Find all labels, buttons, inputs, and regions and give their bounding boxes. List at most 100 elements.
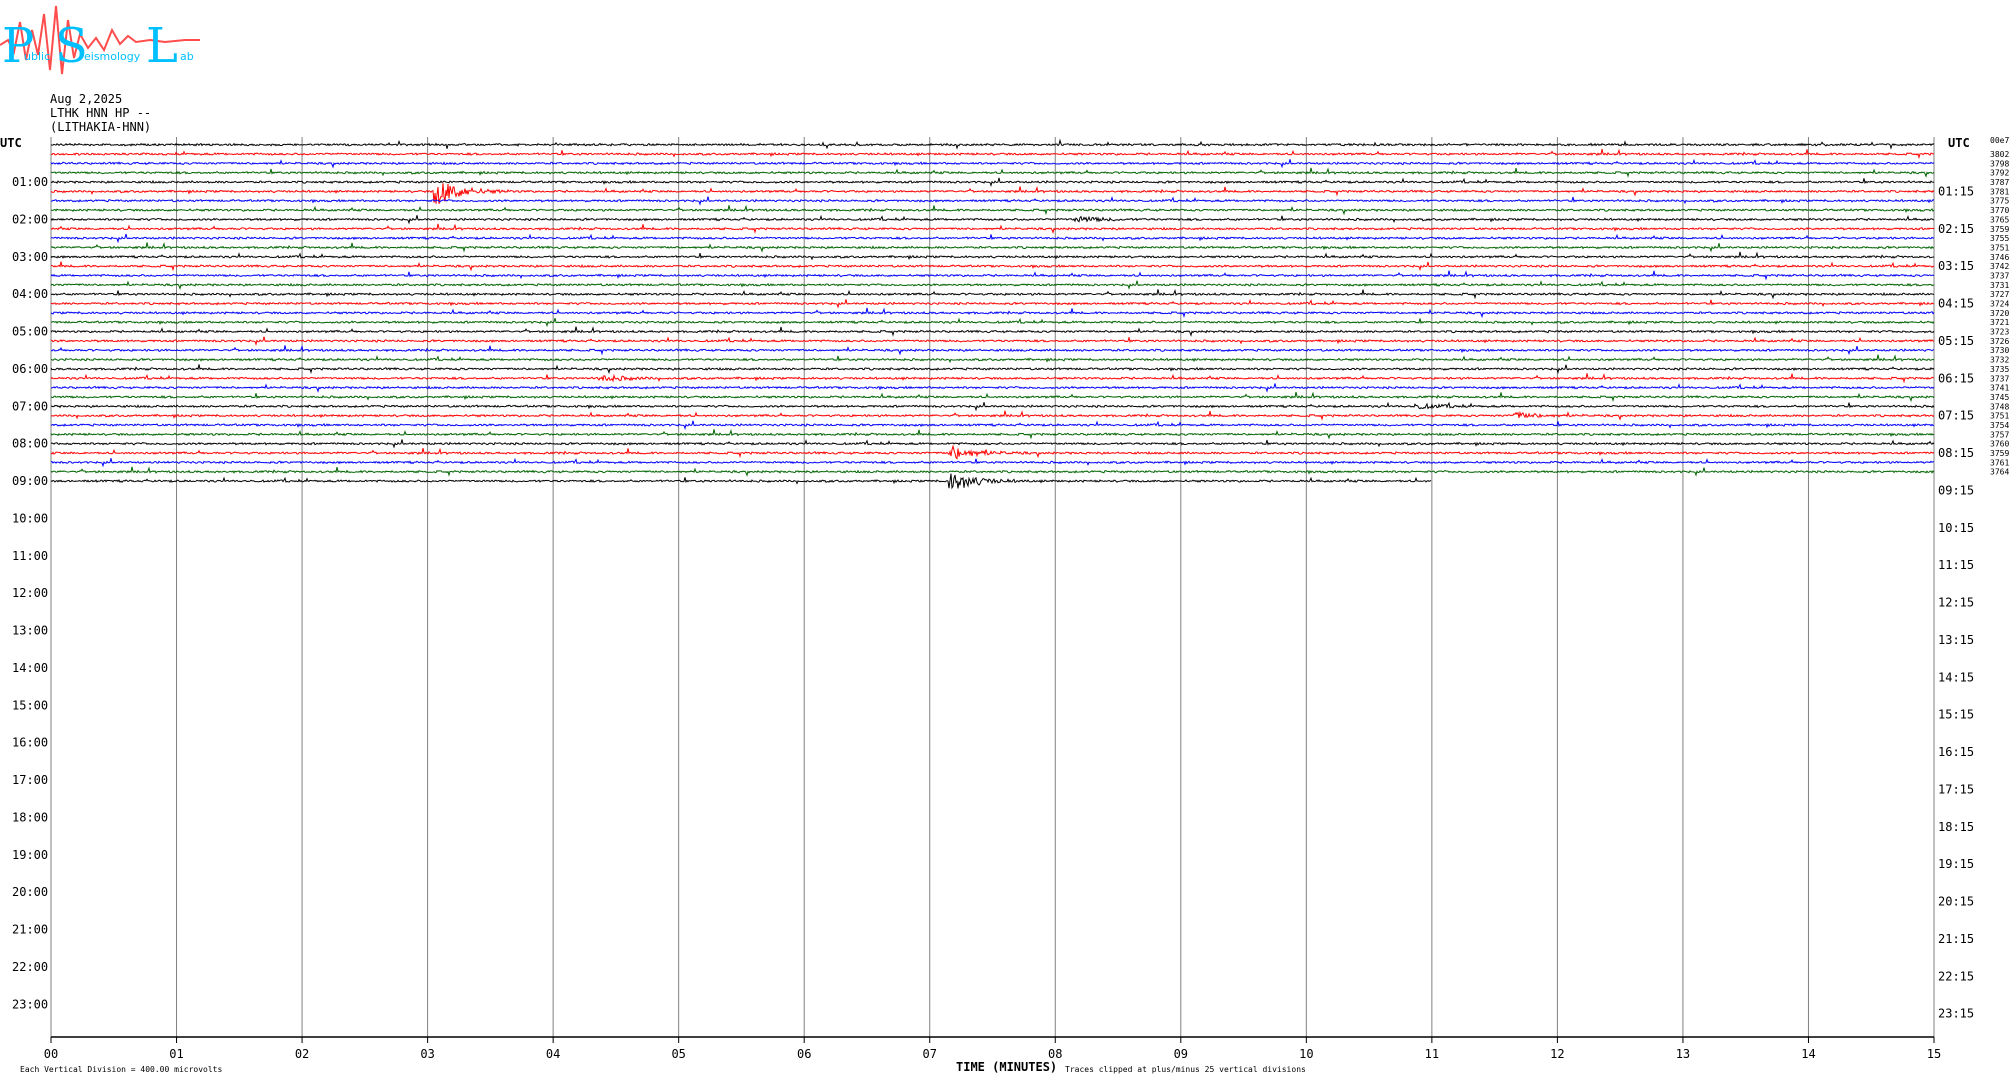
seismic-trace-row bbox=[50, 223, 1935, 235]
trace-offset-label: 3757 bbox=[1990, 430, 2009, 439]
seismic-trace-row bbox=[50, 364, 1935, 375]
trace-offset-label: 3792 bbox=[1990, 169, 2009, 178]
x-tick-label: 02 bbox=[295, 1047, 309, 1061]
trace-offset-label: 3732 bbox=[1990, 356, 2009, 365]
seismic-trace-row bbox=[50, 233, 1935, 244]
trace-offset-label: 3735 bbox=[1990, 365, 2009, 374]
seismic-trace-row bbox=[50, 148, 1934, 160]
seismic-trace-row bbox=[50, 177, 1935, 188]
vertical-division-note: Each Vertical Division = 400.00 microvol… bbox=[20, 1065, 222, 1074]
utc-hour-labels-left: 01:00 02:00 03:00 04:00 05:00 06:00 07:00 08:00… bbox=[12, 175, 48, 1011]
utc-hour-label: 04:00 bbox=[12, 287, 48, 301]
trace-offset-label: 3761 bbox=[1990, 458, 2009, 467]
x-tick-label: 11 bbox=[1425, 1047, 1439, 1061]
utc-hour-label-right: 03:15 bbox=[1938, 259, 1974, 273]
utc-hour-label-right: 11:15 bbox=[1938, 558, 1974, 572]
seismic-trace-row bbox=[50, 196, 1935, 206]
trace-offset-label: 3730 bbox=[1990, 346, 2009, 355]
seismic-trace-row bbox=[50, 138, 1935, 150]
seismic-trace-row bbox=[50, 354, 1935, 364]
utc-hour-label: 15:00 bbox=[12, 698, 48, 712]
trace-offset-label: 3755 bbox=[1990, 234, 2009, 243]
trace-offset-label: 3751 bbox=[1990, 412, 2009, 421]
utc-hour-label-right: 15:15 bbox=[1938, 708, 1974, 722]
utc-hour-label: 12:00 bbox=[12, 586, 48, 600]
utc-hour-label: 17:00 bbox=[12, 773, 48, 787]
seismic-trace-row bbox=[50, 280, 1935, 290]
minute-grid bbox=[50, 137, 1935, 1038]
seismic-trace-row bbox=[50, 439, 1935, 449]
y-axis-label-left: UTC bbox=[0, 136, 22, 150]
trace-offset-label: 3720 bbox=[1990, 309, 2009, 318]
seismic-trace-row bbox=[50, 270, 1935, 281]
utc-hour-label: 16:00 bbox=[12, 736, 48, 750]
trace-offset-label: 3723 bbox=[1990, 328, 2009, 337]
y-axis-label-right: UTC bbox=[1948, 136, 1970, 150]
seismic-trace-row bbox=[50, 420, 1935, 430]
trace-offset-label: 3745 bbox=[1990, 393, 2009, 402]
x-tick-label: 01 bbox=[169, 1047, 183, 1061]
utc-hour-label-right: 06:15 bbox=[1938, 371, 1974, 385]
trace-offset-label: 3746 bbox=[1990, 253, 2009, 262]
seismic-trace-row bbox=[50, 457, 1935, 468]
trace-offset-label: 3721 bbox=[1990, 318, 2009, 327]
trace-offset-label: 3724 bbox=[1990, 300, 2009, 309]
trace-offset-labels: 3802379837923787378137753770376537593755… bbox=[1990, 150, 2009, 477]
seismic-trace-row bbox=[50, 307, 1935, 319]
seismic-trace-row bbox=[50, 444, 1935, 460]
utc-hour-label-right: 17:15 bbox=[1938, 782, 1974, 796]
utc-hour-label-right: 09:15 bbox=[1938, 483, 1974, 497]
trace-offset-label: 3731 bbox=[1990, 281, 2009, 290]
seismic-trace-row bbox=[50, 473, 1432, 490]
trace-offset-label: 3737 bbox=[1990, 374, 2009, 383]
seismic-trace-row bbox=[50, 317, 1935, 328]
trace-offset-label: 3760 bbox=[1990, 440, 2009, 449]
utc-hour-label-right: 05:15 bbox=[1938, 334, 1974, 348]
seismic-traces bbox=[50, 138, 1935, 490]
trace-offset-label: 3754 bbox=[1990, 421, 2009, 430]
utc-hour-label: 05:00 bbox=[12, 325, 48, 339]
utc-hour-label: 01:00 bbox=[12, 175, 48, 189]
utc-hour-label-right: 16:15 bbox=[1938, 745, 1974, 759]
utc-hour-label-right: 20:15 bbox=[1938, 895, 1974, 909]
x-tick-label: 09 bbox=[1174, 1047, 1188, 1061]
seismic-trace-row bbox=[50, 214, 1935, 225]
x-axis: 00 01 02 03 04 05 06 07 08 09 10 11 12 13 14 15 bbox=[44, 1037, 1941, 1061]
seismic-trace-row bbox=[50, 401, 1935, 412]
utc-hour-label: 20:00 bbox=[12, 885, 48, 899]
utc-hour-label-right: 19:15 bbox=[1938, 857, 1974, 871]
utc-hour-label-right: 02:15 bbox=[1938, 222, 1974, 236]
x-tick-label: 12 bbox=[1550, 1047, 1564, 1061]
trace-offset-label: 3737 bbox=[1990, 271, 2009, 280]
seismic-trace-row bbox=[50, 466, 1935, 477]
utc-hour-label-right: 18:15 bbox=[1938, 820, 1974, 834]
utc-hour-label-right: 12:15 bbox=[1938, 596, 1974, 610]
x-tick-label: 05 bbox=[671, 1047, 685, 1061]
x-tick-label: 07 bbox=[923, 1047, 937, 1061]
trace-offset-label: 3759 bbox=[1990, 225, 2009, 234]
utc-hour-label: 09:00 bbox=[12, 474, 48, 488]
trace-offset-label: 3798 bbox=[1990, 159, 2009, 168]
utc-hour-label: 07:00 bbox=[12, 399, 48, 413]
utc-hour-label: 03:00 bbox=[12, 250, 48, 264]
seismic-trace-row bbox=[50, 336, 1935, 346]
x-tick-label: 15 bbox=[1927, 1047, 1941, 1061]
x-tick-label: 08 bbox=[1048, 1047, 1062, 1061]
utc-hour-label-right: 10:15 bbox=[1938, 521, 1974, 535]
utc-hour-label: 22:00 bbox=[12, 960, 48, 974]
x-tick-label: 14 bbox=[1801, 1047, 1815, 1061]
seismic-trace-row bbox=[50, 410, 1935, 421]
utc-hour-label: 10:00 bbox=[12, 511, 48, 525]
trace-offset-label: 3770 bbox=[1990, 206, 2009, 215]
clip-note: Traces clipped at plus/minus 25 vertical… bbox=[1065, 1065, 1306, 1074]
utc-hour-label-right: 23:15 bbox=[1938, 1007, 1974, 1021]
seismic-trace-row bbox=[50, 241, 1935, 253]
utc-hour-label-right: 21:15 bbox=[1938, 932, 1974, 946]
trace-offset-label: 3802 bbox=[1990, 150, 2009, 159]
utc-hour-label: 13:00 bbox=[12, 624, 48, 638]
helicorder-chart: 01:00 02:00 03:00 04:00 05:00 06:00 07:00 08:00… bbox=[0, 136, 2009, 1074]
seismic-trace-row bbox=[50, 204, 1935, 216]
x-axis-title: TIME (MINUTES) bbox=[956, 1060, 1057, 1074]
trace-offset-label: 3781 bbox=[1990, 187, 2009, 196]
utc-hour-label: 08:00 bbox=[12, 437, 48, 451]
